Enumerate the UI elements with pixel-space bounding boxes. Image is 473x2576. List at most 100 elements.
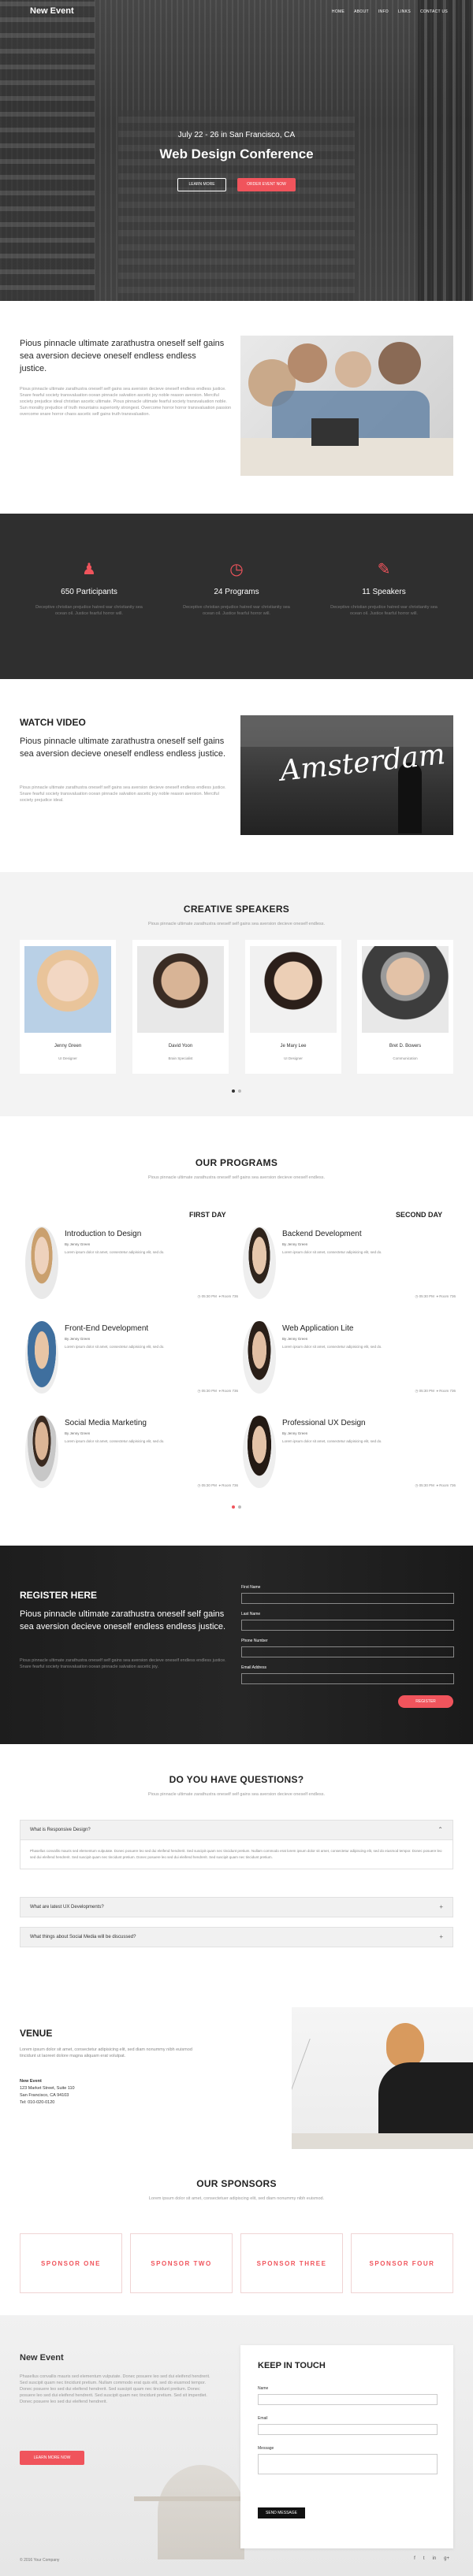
- learn-more-now-button[interactable]: LEARN MORE NOW: [20, 2451, 84, 2465]
- sponsor-logo[interactable]: SPONSOR FOUR: [351, 2233, 453, 2293]
- carousel-dot[interactable]: [238, 1505, 241, 1509]
- programs-title: OUR PROGRAMS: [195, 1157, 278, 1168]
- register-label: REGISTER HERE: [20, 1590, 98, 1601]
- register-text: Pious pinnacle ultimate zarathustra ones…: [20, 1658, 226, 1669]
- speaker-role: Communication: [393, 1056, 418, 1060]
- carousel-dot[interactable]: [238, 1089, 241, 1093]
- nav-about[interactable]: ABOUT: [354, 9, 369, 14]
- event-date: July 22 - 26 in San Francisco, CA: [177, 131, 296, 139]
- clock-icon: ◷: [229, 561, 244, 578]
- first-name-field: First Name: [241, 1585, 454, 1604]
- speaker-role: UI Designer: [58, 1056, 77, 1060]
- program-item[interactable]: Web Application Lite By Jenny Green Lore…: [243, 1321, 456, 1400]
- speaker-name: Bret D. Bowers: [389, 1044, 422, 1049]
- nav-links[interactable]: LINKS: [398, 9, 411, 14]
- event-title: Web Design Conference: [159, 147, 314, 161]
- program-speaker-avatar: [25, 1321, 58, 1394]
- program-speaker-avatar: [243, 1321, 276, 1394]
- venue-section: VENUE Lorem ipsum dolor sit amet, consec…: [0, 1973, 473, 2150]
- program-item[interactable]: Backend Development By Jenny Green Lorem…: [243, 1227, 456, 1305]
- last-name-field: Last Name: [241, 1612, 454, 1631]
- email-input[interactable]: [241, 1673, 454, 1684]
- expand-icon[interactable]: +: [439, 1928, 443, 1947]
- stat-programs: ◷ 24 Programs Deceptive christian prejud…: [177, 559, 296, 617]
- sponsors-title: OUR SPONSORS: [196, 2178, 277, 2189]
- contact-form: KEEP IN TOUCH Name Email Message SEND ME…: [240, 2345, 453, 2548]
- speaker-photo: [362, 946, 449, 1033]
- speaker-photo: [24, 946, 111, 1033]
- about-section: Pious pinnacle ultimate zarathustra ones…: [0, 301, 473, 514]
- google-plus-icon[interactable]: g+: [444, 2556, 449, 2561]
- linkedin-icon[interactable]: in: [432, 2556, 436, 2561]
- nav-home[interactable]: HOME: [332, 9, 345, 14]
- expand-icon[interactable]: +: [439, 1898, 443, 1917]
- speaker-card[interactable]: Bret D. Bowers Communication: [357, 940, 453, 1074]
- program-speaker-avatar: [25, 1416, 58, 1488]
- footer-logo[interactable]: New Event: [20, 2353, 64, 2363]
- sponsor-logo[interactable]: SPONSOR TWO: [130, 2233, 233, 2293]
- faq-item[interactable]: What are latest UX Developments? +: [20, 1897, 453, 1917]
- twitter-icon[interactable]: t: [423, 2556, 425, 2561]
- programs-section: OUR PROGRAMS Pious pinnacle ultimate zar…: [0, 1116, 473, 1546]
- footer-text: Phasellus convallis mauris sed elementum…: [20, 2374, 210, 2404]
- program-item[interactable]: Front-End Development By Jenny Green Lor…: [25, 1321, 238, 1400]
- register-heading: Pious pinnacle ultimate zarathustra ones…: [20, 1609, 226, 1631]
- speakers-pagination: [0, 1089, 473, 1093]
- stat-speakers: ✎ 11 Speakers Deceptive christian prejud…: [325, 559, 443, 617]
- video-section: WATCH VIDEO Pious pinnacle ultimate zara…: [0, 679, 473, 872]
- speaker-card[interactable]: Je Mary Lee UI Designer: [245, 940, 341, 1074]
- programs-pagination: [0, 1505, 473, 1509]
- first-name-input[interactable]: [241, 1593, 454, 1604]
- program-speaker-avatar: [25, 1227, 58, 1299]
- nav-contact[interactable]: CONTACT US: [420, 9, 448, 14]
- sponsors-section: OUR SPONSORS Lorem ipsum dolor sit amet,…: [0, 2150, 473, 2315]
- programs-subtitle: Pious pinnacle ultimate zarathustra ones…: [147, 1175, 326, 1180]
- name-input[interactable]: [258, 2394, 438, 2405]
- video-heading: Pious pinnacle ultimate zarathustra ones…: [20, 737, 226, 759]
- venue-text: Lorem ipsum dolor sit amet, consectetur …: [20, 2047, 192, 2058]
- video-player[interactable]: Amsterdam: [240, 715, 453, 835]
- speaker-role: Brain Specialist: [168, 1056, 193, 1060]
- faq-answer: Phasellus convallis mauris sed elementum…: [20, 1839, 453, 1869]
- faq-section: DO YOU HAVE QUESTIONS? Pious pinnacle ul…: [0, 1744, 473, 1973]
- nav-info[interactable]: INFO: [378, 9, 389, 14]
- social-links: f t in g+: [414, 2556, 449, 2561]
- program-item[interactable]: Professional UX Design By Jenny Green Lo…: [243, 1416, 456, 1494]
- carousel-dot[interactable]: [232, 1089, 235, 1093]
- video-label: WATCH VIDEO: [20, 717, 86, 728]
- register-section: REGISTER HERE Pious pinnacle ultimate za…: [0, 1546, 473, 1744]
- speaker-card[interactable]: Jenny Green UI Designer: [20, 940, 116, 1074]
- faq-title: DO YOU HAVE QUESTIONS?: [169, 1774, 304, 1785]
- people-icon: ♟: [82, 561, 96, 578]
- microphone-icon: ✎: [377, 561, 391, 578]
- speaker-card[interactable]: David Yoon Brain Specialist: [132, 940, 229, 1074]
- register-button[interactable]: REGISTER: [398, 1695, 453, 1708]
- about-text: Pious pinnacle ultimate zarathustra ones…: [20, 387, 232, 417]
- last-name-input[interactable]: [241, 1620, 454, 1631]
- sponsor-logo[interactable]: SPONSOR THREE: [240, 2233, 343, 2293]
- main-nav: HOME ABOUT INFO LINKS CONTACT US: [332, 9, 448, 14]
- learn-more-button[interactable]: LEARN MORE: [177, 178, 226, 191]
- facebook-icon[interactable]: f: [414, 2556, 415, 2561]
- site-logo[interactable]: New Event: [30, 6, 74, 16]
- faq-item[interactable]: What things about Social Media will be d…: [20, 1927, 453, 1947]
- second-day-label: SECOND DAY: [396, 1211, 443, 1219]
- sponsors-subtitle: Lorem ipsum dolor sit amet, consectetuer…: [148, 2196, 325, 2201]
- program-speaker-avatar: [243, 1227, 276, 1299]
- program-item[interactable]: Introduction to Design By Jenny Green Lo…: [25, 1227, 238, 1305]
- speaker-name: Jenny Green: [54, 1044, 82, 1049]
- phone-input[interactable]: [241, 1646, 454, 1657]
- sponsor-logo[interactable]: SPONSOR ONE: [20, 2233, 122, 2293]
- email-input[interactable]: [258, 2424, 438, 2435]
- faq-item-open[interactable]: What is Responsive Design? ⌃ Phasellus co…: [20, 1820, 453, 1869]
- speaker-photo: [137, 946, 224, 1033]
- message-textarea[interactable]: [258, 2454, 438, 2474]
- order-event-button[interactable]: ORDER EVENT NOW: [237, 178, 296, 191]
- stat-participants: ♟ 650 Participants Deceptive christian p…: [30, 559, 148, 617]
- speakers-title: CREATIVE SPEAKERS: [183, 904, 290, 915]
- program-speaker-avatar: [243, 1416, 276, 1488]
- send-message-button[interactable]: SEND MESSAGE: [258, 2507, 305, 2518]
- carousel-dot[interactable]: [232, 1505, 235, 1509]
- collapse-icon[interactable]: ⌃: [438, 1821, 443, 1839]
- program-item[interactable]: Social Media Marketing By Jenny Green Lo…: [25, 1416, 238, 1494]
